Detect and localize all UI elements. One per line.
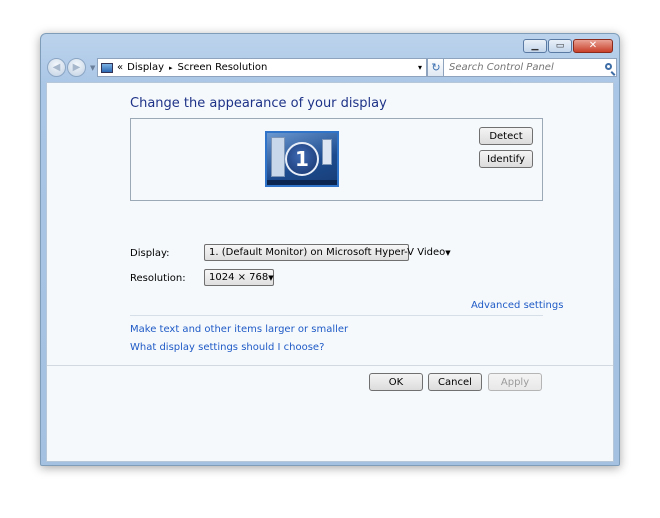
monitor-number-badge: 1 — [285, 142, 319, 176]
page-title: Change the appearance of your display — [130, 96, 387, 111]
address-bar[interactable]: « Display ▸ Screen Resolution ▾ — [97, 58, 427, 77]
breadcrumb-screen-resolution[interactable]: Screen Resolution — [178, 62, 268, 73]
advanced-settings-link[interactable]: Advanced settings — [471, 300, 563, 311]
search-icon[interactable] — [605, 63, 612, 70]
maximize-button[interactable]: ▭ — [548, 39, 572, 53]
text-size-link[interactable]: Make text and other items larger or smal… — [130, 324, 348, 335]
breadcrumb-display[interactable]: Display — [127, 62, 164, 73]
recent-pages-dropdown-icon[interactable]: ▼ — [90, 64, 95, 72]
resolution-select-value: 1024 × 768 — [209, 272, 269, 283]
maximize-icon: ▭ — [555, 40, 565, 51]
display-help-link[interactable]: What display settings should I choose? — [130, 342, 324, 353]
display-select-value: 1. (Default Monitor) on Microsoft Hyper-… — [209, 247, 446, 258]
content-area: Change the appearance of your display 1 … — [46, 82, 614, 462]
forward-button[interactable]: ▶ — [67, 58, 86, 77]
chevron-down-icon: ▼ — [268, 273, 274, 282]
resolution-label: Resolution: — [130, 273, 186, 284]
ok-button[interactable]: OK — [369, 373, 423, 391]
cancel-button[interactable]: Cancel — [428, 373, 482, 391]
display-label: Display: — [130, 248, 170, 259]
address-dropdown-icon[interactable]: ▾ — [418, 63, 422, 72]
refresh-icon: ↻ — [431, 61, 441, 74]
identify-button[interactable]: Identify — [479, 150, 533, 168]
close-button[interactable]: ✕ — [573, 39, 613, 53]
close-icon: ✕ — [588, 40, 598, 51]
display-control-panel-icon — [101, 62, 113, 73]
minimize-icon: ▁ — [531, 40, 539, 51]
footer-divider — [47, 365, 613, 366]
nav-buttons: ◀ ▶ — [47, 57, 91, 79]
minimize-button[interactable]: ▁ — [523, 39, 547, 53]
section-divider — [130, 315, 543, 316]
display-select[interactable]: 1. (Default Monitor) on Microsoft Hyper-… — [204, 244, 451, 261]
detect-button[interactable]: Detect — [479, 127, 533, 145]
thumbnail-window-icon — [271, 137, 285, 177]
search-box[interactable] — [443, 58, 617, 77]
breadcrumb-overflow[interactable]: « — [117, 62, 123, 73]
thumbnail-window-icon-2 — [322, 139, 332, 165]
chevron-down-icon: ▼ — [445, 248, 451, 257]
monitor-thumbnail[interactable]: 1 — [265, 131, 339, 187]
navigation-bar: ◀ ▶ ▼ « Display ▸ Screen Resolution ▾ ↻ — [45, 57, 617, 79]
thumbnail-taskbar — [267, 180, 337, 185]
monitor-arrangement-panel: 1 Detect Identify — [130, 118, 543, 201]
resolution-select[interactable]: 1024 × 768 ▼ — [204, 269, 274, 286]
breadcrumb-arrow-icon[interactable]: ▸ — [169, 64, 173, 72]
back-button[interactable]: ◀ — [47, 58, 66, 77]
apply-button[interactable]: Apply — [488, 373, 542, 391]
forward-arrow-icon: ▶ — [72, 62, 81, 73]
control-panel-window: ▁ ▭ ✕ ◀ ▶ ▼ « Display ▸ Screen Resolutio… — [40, 33, 620, 466]
search-input[interactable] — [449, 62, 594, 73]
back-arrow-icon: ◀ — [52, 62, 61, 73]
caption-buttons: ▁ ▭ ✕ — [523, 39, 613, 53]
